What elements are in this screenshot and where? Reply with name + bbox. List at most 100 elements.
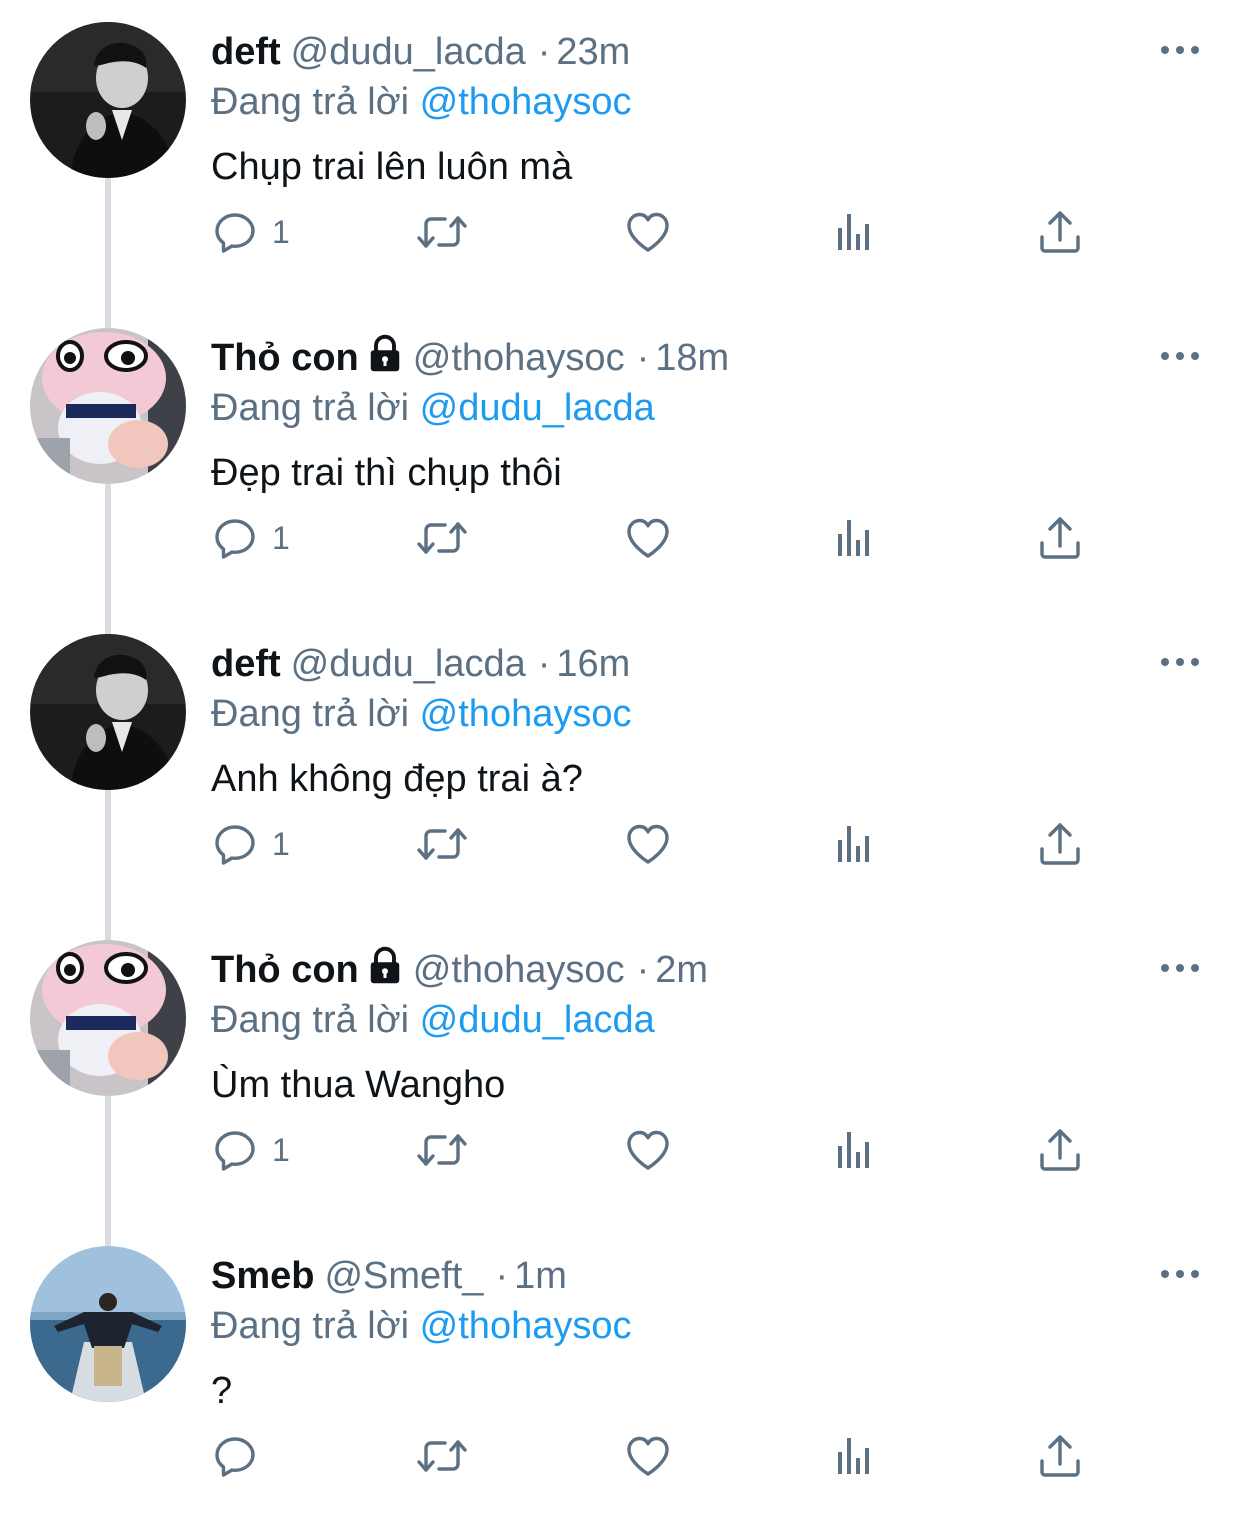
reply-button[interactable] xyxy=(208,1424,272,1488)
analytics-button[interactable] xyxy=(827,812,883,876)
tweet-text: Anh không đẹp trai à? xyxy=(211,758,583,800)
user-handle[interactable]: @dudu_lacda xyxy=(291,31,526,73)
tweet-actions: 1 xyxy=(0,200,1242,264)
analytics-icon xyxy=(838,214,869,250)
share-button[interactable] xyxy=(1032,1118,1088,1182)
reply-icon xyxy=(215,825,255,865)
analytics-icon xyxy=(838,1132,869,1168)
tweet-header: deft @dudu_lacda · 23m xyxy=(211,28,630,76)
lock-icon xyxy=(367,334,403,374)
tweet-actions: 1 xyxy=(0,812,1242,876)
separator-dot: · xyxy=(495,1255,509,1297)
tweet-1[interactable]: deft @dudu_lacda · 23m Đang trả lời @thohay… xyxy=(0,0,1242,306)
mention-link[interactable]: @dudu_lacda xyxy=(420,387,655,429)
replying-label: Đang trả lời xyxy=(211,81,410,123)
more-options-icon[interactable] xyxy=(1156,954,1204,982)
lock-icon xyxy=(367,946,403,986)
mention-link[interactable]: @thohaysoc xyxy=(420,81,632,123)
reply-icon xyxy=(215,213,255,253)
like-button[interactable] xyxy=(620,1118,676,1182)
like-button[interactable] xyxy=(620,200,676,264)
more-options-icon[interactable] xyxy=(1156,342,1204,370)
tweet-text: Ùm thua Wangho xyxy=(211,1064,506,1106)
avatar-dark-portrait[interactable] xyxy=(30,634,186,790)
replying-label: Đang trả lời xyxy=(211,693,410,735)
tweet-header: Thỏ con @thohaysoc · 18m xyxy=(211,334,729,382)
avatar-dark-portrait[interactable] xyxy=(30,22,186,178)
reply-button[interactable]: 1 xyxy=(208,1118,290,1182)
user-handle[interactable]: @thohaysoc xyxy=(413,949,625,991)
share-button[interactable] xyxy=(1032,1424,1088,1488)
like-button[interactable] xyxy=(620,506,676,570)
analytics-button[interactable] xyxy=(827,1118,883,1182)
heart-icon xyxy=(627,1436,669,1476)
display-name[interactable]: Smeb xyxy=(211,1255,314,1297)
heart-icon xyxy=(627,824,669,864)
tweet-2[interactable]: Thỏ con @thohaysoc · 18m Đang trả lời @dudu… xyxy=(0,306,1242,612)
display-name[interactable]: deft xyxy=(211,31,281,73)
timestamp[interactable]: 2m xyxy=(655,949,708,991)
share-button[interactable] xyxy=(1032,812,1088,876)
analytics-icon xyxy=(838,826,869,862)
reply-count: 1 xyxy=(272,214,290,250)
replying-to: Đang trả lời @thohaysoc xyxy=(211,1302,631,1350)
user-handle[interactable]: @thohaysoc xyxy=(413,337,625,379)
timestamp[interactable]: 1m xyxy=(514,1255,567,1297)
share-icon xyxy=(1040,211,1080,253)
timestamp[interactable]: 23m xyxy=(556,31,630,73)
replying-to: Đang trả lời @thohaysoc xyxy=(211,690,631,738)
avatar-pink-plush[interactable] xyxy=(30,940,186,1096)
tweet-header: Smeb @Smeft_ · 1m xyxy=(211,1252,567,1300)
retweet-button[interactable] xyxy=(414,812,470,876)
retweet-button[interactable] xyxy=(414,1118,470,1182)
tweet-header: deft @dudu_lacda · 16m xyxy=(211,640,630,688)
analytics-button[interactable] xyxy=(827,506,883,570)
reply-button[interactable]: 1 xyxy=(208,812,290,876)
timestamp[interactable]: 18m xyxy=(655,337,729,379)
more-options-icon[interactable] xyxy=(1156,36,1204,64)
tweet-actions xyxy=(0,1424,1242,1488)
avatar-pink-plush[interactable] xyxy=(30,328,186,484)
replying-to: Đang trả lời @dudu_lacda xyxy=(211,384,655,432)
heart-icon xyxy=(627,518,669,558)
more-options-icon[interactable] xyxy=(1156,648,1204,676)
tweet-4[interactable]: Thỏ con @thohaysoc · 2m Đang trả lời @dudu_… xyxy=(0,918,1242,1224)
analytics-button[interactable] xyxy=(827,1424,883,1488)
retweet-button[interactable] xyxy=(414,1424,470,1488)
mention-link[interactable]: @thohaysoc xyxy=(420,1305,632,1347)
thread-connector xyxy=(105,1096,111,1246)
retweet-button[interactable] xyxy=(414,200,470,264)
share-button[interactable] xyxy=(1032,200,1088,264)
reply-button[interactable]: 1 xyxy=(208,200,290,264)
more-options-icon[interactable] xyxy=(1156,1260,1204,1288)
display-name[interactable]: deft xyxy=(211,643,281,685)
separator-dot: · xyxy=(636,949,650,991)
tweet-3[interactable]: deft @dudu_lacda · 16m Đang trả lời @thohay… xyxy=(0,612,1242,918)
display-name[interactable]: Thỏ con xyxy=(211,949,359,991)
heart-icon xyxy=(627,212,669,252)
share-button[interactable] xyxy=(1032,506,1088,570)
tweet-5[interactable]: Smeb @Smeft_ · 1m Đang trả lời @thohaysoc ? xyxy=(0,1224,1242,1530)
reply-button[interactable]: 1 xyxy=(208,506,290,570)
user-handle[interactable]: @dudu_lacda xyxy=(291,643,526,685)
mention-link[interactable]: @dudu_lacda xyxy=(420,999,655,1041)
mention-link[interactable]: @thohaysoc xyxy=(420,693,632,735)
tweet-actions: 1 xyxy=(0,1118,1242,1182)
analytics-button[interactable] xyxy=(827,200,883,264)
thread-connector xyxy=(105,484,111,634)
thread-connector xyxy=(105,790,111,940)
like-button[interactable] xyxy=(620,1424,676,1488)
avatar-sea-photo[interactable] xyxy=(30,1246,186,1402)
heart-icon xyxy=(627,1130,669,1170)
share-icon xyxy=(1040,1435,1080,1477)
display-name[interactable]: Thỏ con xyxy=(211,337,359,379)
replying-label: Đang trả lời xyxy=(211,999,410,1041)
thread-connector xyxy=(105,178,111,328)
share-icon xyxy=(1040,517,1080,559)
like-button[interactable] xyxy=(620,812,676,876)
reply-count: 1 xyxy=(272,1132,290,1168)
timestamp[interactable]: 16m xyxy=(556,643,630,685)
user-handle[interactable]: @Smeft_ xyxy=(324,1255,483,1297)
retweet-icon xyxy=(417,216,467,248)
retweet-button[interactable] xyxy=(414,506,470,570)
